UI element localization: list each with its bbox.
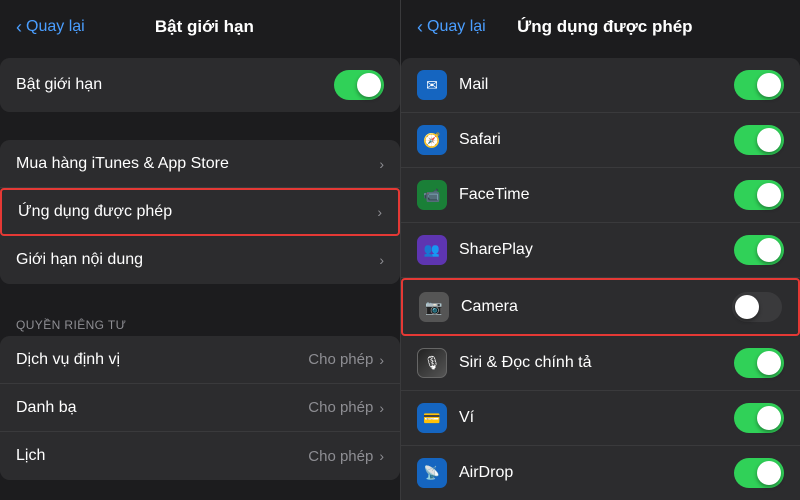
shareplay-label: SharePlay — [459, 241, 734, 259]
mua-hang-label: Mua hàng iTunes & App Store — [16, 155, 379, 173]
right-header: ‹ Quay lại Ứng dụng được phép — [401, 0, 800, 50]
items-group-middle: Mua hàng iTunes & App Store › Ứng dụng đ… — [0, 140, 400, 284]
ung-dung-duoc-phep-item[interactable]: Ứng dụng được phép › — [0, 188, 400, 236]
wallet-label: Ví — [459, 409, 734, 427]
siri-item[interactable]: 🎙 Siri & Đọc chính tả — [401, 336, 800, 391]
divider-1 — [0, 120, 400, 140]
ung-dung-duoc-phep-chevron-icon: › — [377, 204, 382, 220]
shareplay-toggle[interactable] — [734, 235, 784, 265]
mua-hang-chevron-icon: › — [379, 156, 384, 172]
section-apps: ✉ Mail 🧭 Safari — [401, 58, 800, 500]
left-panel: ‹ Quay lại Bật giới hạn Bật giới hạn Mua… — [0, 0, 400, 500]
wallet-icon: 💳 — [417, 403, 447, 433]
items-group-top: Bật giới hạn — [0, 58, 400, 112]
siri-icon: 🎙 — [417, 348, 447, 378]
airdrop-toggle-knob — [757, 461, 781, 485]
airdrop-item[interactable]: 📡 AirDrop — [401, 446, 800, 500]
shareplay-icon: 👥 — [417, 235, 447, 265]
left-panel-title: Bật giới hạn — [25, 17, 384, 37]
camera-label: Camera — [461, 298, 732, 316]
left-header: ‹ Quay lại Bật giới hạn — [0, 0, 400, 50]
safari-icon: 🧭 — [417, 125, 447, 155]
airdrop-label: AirDrop — [459, 464, 734, 482]
dich-vu-dinh-vi-value: Cho phép — [308, 351, 373, 368]
safari-toggle-knob — [757, 128, 781, 152]
dich-vu-dinh-vi-label: Dịch vụ định vị — [16, 351, 308, 369]
safari-item[interactable]: 🧭 Safari — [401, 113, 800, 168]
wallet-item[interactable]: 💳 Ví — [401, 391, 800, 446]
airdrop-toggle[interactable] — [734, 458, 784, 488]
divider-2 — [0, 292, 400, 312]
shareplay-toggle-knob — [757, 238, 781, 262]
mail-icon: ✉ — [417, 70, 447, 100]
wallet-toggle[interactable] — [734, 403, 784, 433]
danh-ba-item[interactable]: Danh bạ Cho phép › — [0, 384, 400, 432]
camera-item[interactable]: 📷 Camera — [401, 278, 800, 336]
wallet-toggle-knob — [757, 406, 781, 430]
lich-label: Lịch — [16, 447, 308, 465]
ung-dung-duoc-phep-label: Ứng dụng được phép — [18, 203, 377, 221]
bat-gioi-han-label: Bật giới hạn — [16, 76, 334, 94]
left-settings-list: Bật giới hạn Mua hàng iTunes & App Store… — [0, 50, 400, 500]
items-group-privacy: Dịch vụ định vị Cho phép › Danh bạ Cho p… — [0, 336, 400, 480]
facetime-label: FaceTime — [459, 186, 734, 204]
lich-value: Cho phép — [308, 448, 373, 465]
right-back-chevron-icon: ‹ — [417, 18, 423, 36]
mua-hang-item[interactable]: Mua hàng iTunes & App Store › — [0, 140, 400, 188]
mail-toggle[interactable] — [734, 70, 784, 100]
shareplay-item[interactable]: 👥 SharePlay — [401, 223, 800, 278]
section-bat-gioi-han: Bật giới hạn — [0, 58, 400, 112]
safari-toggle[interactable] — [734, 125, 784, 155]
siri-toggle-knob — [757, 351, 781, 375]
left-back-chevron-icon: ‹ — [16, 18, 22, 36]
lich-chevron-icon: › — [379, 448, 384, 464]
safari-label: Safari — [459, 131, 734, 149]
right-panel-title: Ứng dụng được phép — [426, 17, 784, 37]
privacy-section-label: QUYỀN RIÊNG TƯ — [0, 312, 400, 336]
danh-ba-label: Danh bạ — [16, 399, 308, 417]
mail-toggle-knob — [757, 73, 781, 97]
bat-gioi-han-toggle-knob — [357, 73, 381, 97]
siri-label: Siri & Đọc chính tả — [459, 354, 734, 372]
siri-toggle[interactable] — [734, 348, 784, 378]
camera-icon: 📷 — [419, 292, 449, 322]
facetime-toggle[interactable] — [734, 180, 784, 210]
section-middle: Mua hàng iTunes & App Store › Ứng dụng đ… — [0, 140, 400, 284]
lich-item[interactable]: Lịch Cho phép › — [0, 432, 400, 480]
camera-toggle[interactable] — [732, 292, 782, 322]
right-panel: ‹ Quay lại Ứng dụng được phép ✉ Mail — [400, 0, 800, 500]
right-settings-list: ✉ Mail 🧭 Safari — [401, 50, 800, 500]
section-privacy: QUYỀN RIÊNG TƯ Dịch vụ định vị Cho phép … — [0, 312, 400, 480]
gioi-han-noi-dung-label: Giới hạn nội dung — [16, 251, 379, 269]
bat-gioi-han-item[interactable]: Bật giới hạn — [0, 58, 400, 112]
mail-item[interactable]: ✉ Mail — [401, 58, 800, 113]
airdrop-icon: 📡 — [417, 458, 447, 488]
danh-ba-value: Cho phép — [308, 399, 373, 416]
bat-gioi-han-toggle[interactable] — [334, 70, 384, 100]
facetime-icon: 📹 — [417, 180, 447, 210]
camera-toggle-knob — [735, 295, 759, 319]
items-group-apps: ✉ Mail 🧭 Safari — [401, 58, 800, 500]
danh-ba-chevron-icon: › — [379, 400, 384, 416]
mail-label: Mail — [459, 76, 734, 94]
facetime-toggle-knob — [757, 183, 781, 207]
dich-vu-dinh-vi-chevron-icon: › — [379, 352, 384, 368]
gioi-han-noi-dung-item[interactable]: Giới hạn nội dung › — [0, 236, 400, 284]
dich-vu-dinh-vi-item[interactable]: Dịch vụ định vị Cho phép › — [0, 336, 400, 384]
gioi-han-noi-dung-chevron-icon: › — [379, 252, 384, 268]
facetime-item[interactable]: 📹 FaceTime — [401, 168, 800, 223]
